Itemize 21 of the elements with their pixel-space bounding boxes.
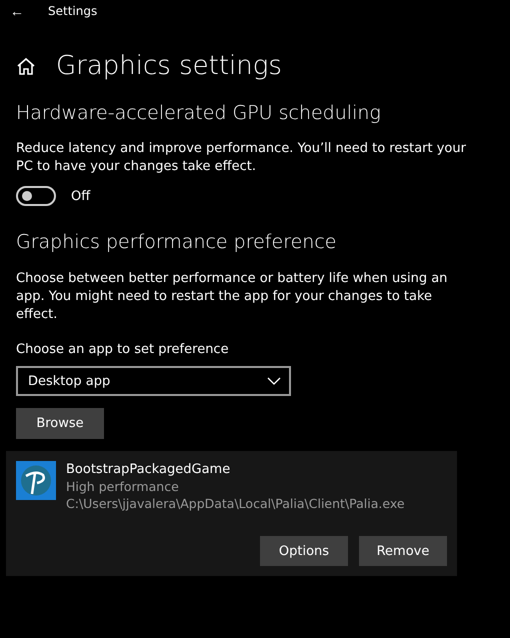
window-title: Settings xyxy=(48,4,98,18)
page-title: Graphics settings xyxy=(56,51,282,81)
app-path: C:\Users\jjavalera\AppData\Local\Palia\Client\Palia.exe xyxy=(66,496,405,511)
remove-button[interactable]: Remove xyxy=(359,536,447,566)
section-heading: Graphics performance preference xyxy=(16,231,338,253)
chevron-icon xyxy=(267,377,281,385)
browse-button[interactable]: Browse xyxy=(16,408,104,439)
dropdown-label: Choose an app to set preference xyxy=(16,342,230,357)
app-name: BootstrapPackagedGame xyxy=(66,462,232,477)
options-button[interactable]: Options xyxy=(260,536,348,566)
app-list-item[interactable]: BootstrapPackagedGame High performance C:\Users\jjavalera\AppData\Local\Palia\Client\Palia.exe Options Remove xyxy=(6,451,457,576)
app-type-dropdown[interactable]: Desktop app xyxy=(16,366,291,396)
app-icon xyxy=(16,461,56,500)
section-description: Choose between better performance or battery life when using an app. You might need to restart the app for your changes to take effect. xyxy=(16,270,448,324)
section-heading: Hardware-accelerated GPU scheduling xyxy=(16,102,382,124)
section-description: Reduce latency and improve performance. You’ll need to restart your PC to have your changes take effect. xyxy=(16,140,466,176)
toggle-state-label: Off xyxy=(71,188,90,204)
back-button[interactable]: ← xyxy=(10,3,24,19)
toggle-switch[interactable] xyxy=(16,186,56,206)
app-preference: High performance xyxy=(66,479,180,494)
home-icon[interactable] xyxy=(16,56,36,76)
